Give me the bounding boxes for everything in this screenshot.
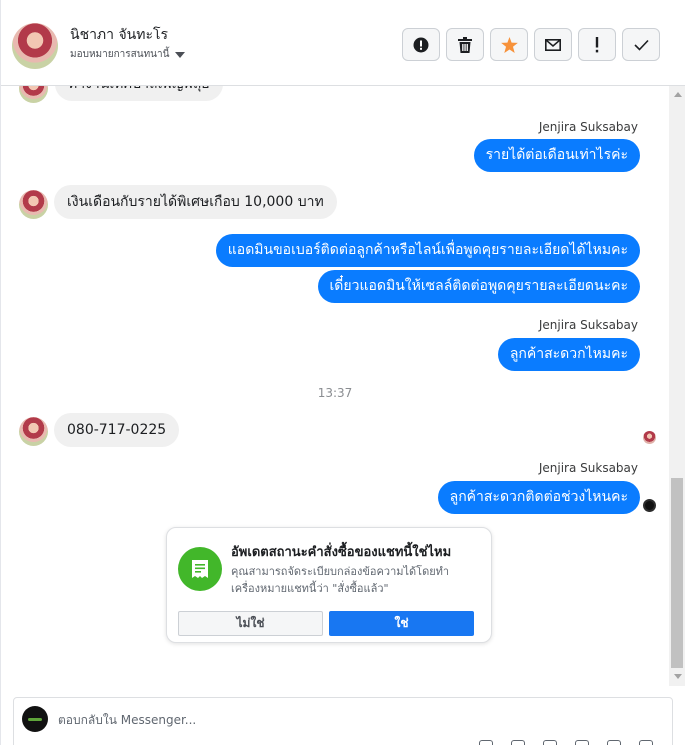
emoji-icon[interactable] xyxy=(575,740,589,745)
page-avatar xyxy=(22,706,48,732)
spam-icon xyxy=(413,37,429,52)
reply-composer xyxy=(13,697,673,745)
message-thread[interactable]: ทำงานเทศบาลเพ็ญพลุ่ย Jenjira Suksabay รา… xyxy=(1,86,669,686)
no-button[interactable]: ไม่ใช่ xyxy=(178,611,323,636)
scroll-down-arrow-icon[interactable] xyxy=(674,674,682,679)
outgoing-message[interactable]: เดี๋ยวแอดมินให้เซลล์ติดต่อพูดคุยรายละเอี… xyxy=(317,270,640,303)
scrollbar-thumb[interactable] xyxy=(671,478,683,668)
prompt-title: อัพเดตสถานะคำสั่งซื้อของแชทนี้ใช่ไหม xyxy=(231,545,452,560)
delivered-avatar xyxy=(643,499,656,512)
trash-icon xyxy=(458,36,472,53)
mark-unread-button[interactable] xyxy=(534,28,572,61)
delete-button[interactable] xyxy=(446,28,484,61)
incoming-message[interactable]: ทำงานเทศบาลเพ็ญพลุ่ย xyxy=(55,86,223,101)
mark-spam-button[interactable] xyxy=(402,28,440,61)
mark-done-button[interactable] xyxy=(622,28,660,61)
contact-avatar-small xyxy=(19,190,48,219)
yes-button[interactable]: ใช่ xyxy=(329,611,474,636)
order-status-prompt: อัพเดตสถานะคำสั่งซื้อของแชทนี้ใช่ไหม คุณ… xyxy=(166,527,492,643)
messenger-conversation-panel: นิชาภา จันทะโร มอบหมายการสนทนานี้ Jenjir… xyxy=(0,0,685,745)
mail-icon xyxy=(545,38,561,51)
outgoing-message[interactable]: แอดมินขอเบอร์ติดต่อลูกค้าหรือไลน์เพื่อพู… xyxy=(215,234,640,267)
image-icon[interactable] xyxy=(543,740,557,745)
outgoing-message[interactable]: รายได้ต่อเดือนเท่าไรค่ะ xyxy=(473,139,640,172)
check-icon xyxy=(633,39,649,51)
sender-name: Jenjira Suksabay xyxy=(538,318,638,332)
conversation-toolbar xyxy=(402,28,660,61)
follow-up-icon xyxy=(595,36,599,52)
outgoing-message[interactable]: ลูกค้าสะดวกติดต่อช่วงไหนคะ xyxy=(437,481,640,514)
contact-avatar-small xyxy=(19,417,48,446)
attachment-icon[interactable] xyxy=(479,740,493,745)
composer-tools xyxy=(479,740,653,745)
incoming-message[interactable]: เงินเดือนกับรายได้พิเศษเกือบ 10,000 บาท xyxy=(54,185,337,219)
star-button[interactable] xyxy=(490,28,528,61)
outgoing-message[interactable]: ลูกค้าสะดวกไหมคะ xyxy=(497,338,640,371)
caret-down-icon xyxy=(175,51,186,58)
contact-avatar-small xyxy=(19,86,48,103)
sender-name: Jenjira Suksabay xyxy=(538,461,638,475)
conversation-header: นิชาภา จันทะโร มอบหมายการสนทนานี้ xyxy=(1,0,685,86)
assign-conversation-dropdown[interactable]: มอบหมายการสนทนานี้ xyxy=(70,47,186,62)
contact-name[interactable]: นิชาภา จันทะโร xyxy=(70,24,168,46)
incoming-message[interactable]: 080-717-0225 xyxy=(54,413,180,447)
message-timestamp: 13:37 xyxy=(317,386,353,400)
read-receipt-avatar xyxy=(643,431,656,444)
contact-avatar[interactable] xyxy=(12,23,58,69)
like-icon[interactable] xyxy=(607,740,621,745)
reply-input[interactable] xyxy=(58,710,618,730)
assign-label: มอบหมายการสนทนานี้ xyxy=(70,49,170,60)
send-icon[interactable] xyxy=(639,740,653,745)
receipt-icon xyxy=(178,547,222,591)
star-icon xyxy=(500,36,518,53)
follow-up-button[interactable] xyxy=(578,28,616,61)
prompt-body: คุณสามารถจัดระเบียบกล่องข้อความได้โดยทำเ… xyxy=(231,565,450,595)
scroll-up-arrow-icon[interactable] xyxy=(674,92,682,97)
sender-name: Jenjira Suksabay xyxy=(538,120,638,134)
saved-reply-icon[interactable] xyxy=(511,740,525,745)
